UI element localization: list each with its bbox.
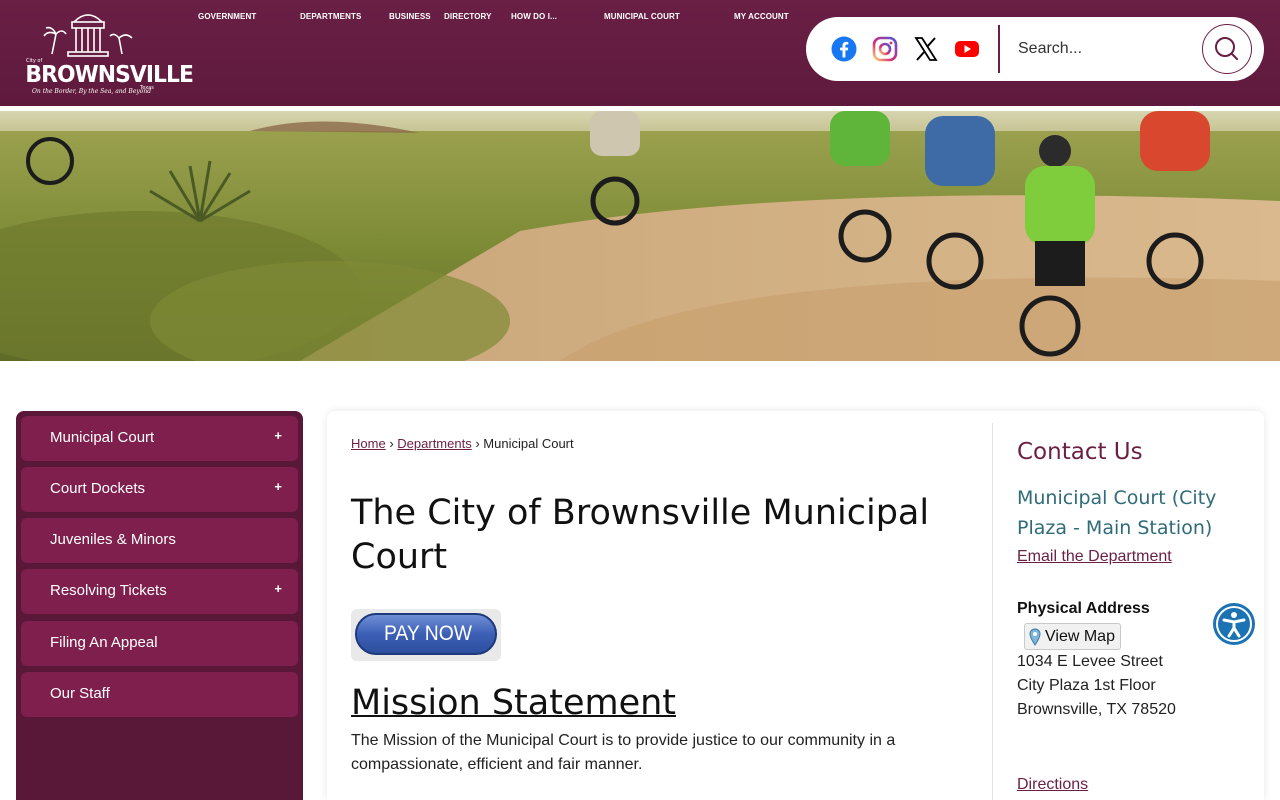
nav-my-account[interactable]: MY ACCOUNT xyxy=(734,12,789,21)
breadcrumb-separator: › xyxy=(389,436,394,451)
youtube-icon[interactable] xyxy=(954,36,980,62)
site-header: City of BROWNSVILLE Texas On the Border,… xyxy=(0,0,1280,106)
breadcrumb-departments[interactable]: Departments xyxy=(397,436,471,451)
sidebar-item-label: Resolving Tickets xyxy=(50,582,167,599)
sidebar-item-label: Juveniles & Minors xyxy=(50,531,176,548)
nav-how-do-i[interactable]: HOW DO I... xyxy=(511,12,557,21)
x-icon[interactable] xyxy=(913,36,939,62)
expand-icon[interactable]: + xyxy=(274,581,282,596)
column-divider xyxy=(992,423,993,800)
address-line-2: City Plaza 1st Floor xyxy=(1017,677,1156,694)
accessibility-icon xyxy=(1216,606,1252,642)
mission-text: The Mission of the Municipal Court is to… xyxy=(351,732,896,773)
sidebar-nav: Municipal Court + Court Dockets + Juveni… xyxy=(16,411,303,800)
city-hall-icon xyxy=(43,14,133,57)
search-icon xyxy=(1214,36,1238,60)
instagram-icon[interactable] xyxy=(872,36,898,62)
pay-now-button[interactable]: PAY NOW xyxy=(351,609,501,661)
map-pin-icon xyxy=(1029,628,1041,646)
logo-wordmark: BROWNSVILLE xyxy=(25,62,193,88)
breadcrumb: Home › Departments › Municipal Court xyxy=(351,436,574,451)
utility-divider xyxy=(998,25,1000,73)
email-department-link[interactable]: Email the Department xyxy=(1017,548,1172,566)
content-card: Home › Departments › Municipal Court The… xyxy=(327,411,1264,800)
cyclists-photo xyxy=(0,111,1280,361)
sidebar-item-juveniles-minors[interactable]: Juveniles & Minors xyxy=(21,518,298,563)
nav-municipal-court[interactable]: MUNICIPAL COURT xyxy=(604,12,680,21)
breadcrumb-home[interactable]: Home xyxy=(351,436,386,451)
logo-tagline: On the Border, By the Sea, and Beyond xyxy=(32,88,152,95)
nav-directory[interactable]: DIRECTORY xyxy=(444,12,492,21)
pay-now-label: PAY NOW xyxy=(383,622,473,645)
nav-business[interactable]: BUSINESS xyxy=(389,12,431,21)
view-map-label: View Map xyxy=(1045,628,1115,645)
sidebar-item-label: Our Staff xyxy=(50,685,110,702)
nav-departments[interactable]: DEPARTMENTS xyxy=(300,12,361,21)
sidebar-item-municipal-court[interactable]: Municipal Court + xyxy=(21,416,298,461)
brownsville-logo[interactable]: City of BROWNSVILLE Texas On the Border,… xyxy=(22,8,194,100)
breadcrumb-current: Municipal Court xyxy=(483,436,574,451)
page-title: The City of Brownsville Municipal Court xyxy=(351,493,930,577)
address-line-3: Brownsville, TX 78520 xyxy=(1017,701,1176,718)
sidebar-item-resolving-tickets[interactable]: Resolving Tickets + xyxy=(21,569,298,614)
expand-icon[interactable]: + xyxy=(274,479,282,494)
nav-government[interactable]: GOVERNMENT xyxy=(198,12,256,21)
utility-bar xyxy=(806,17,1264,81)
contact-department: Municipal Court (City Plaza - Main Stati… xyxy=(1017,487,1217,539)
sidebar-item-court-dockets[interactable]: Court Dockets + xyxy=(21,467,298,512)
sidebar-item-label: Filing An Appeal xyxy=(50,634,158,651)
search-input[interactable] xyxy=(1018,31,1198,67)
sidebar-item-our-staff[interactable]: Our Staff xyxy=(21,672,298,717)
address-line-1: 1034 E Levee Street xyxy=(1017,653,1163,670)
view-map-button[interactable]: View Map xyxy=(1024,623,1121,650)
sidebar-item-filing-an-appeal[interactable]: Filing An Appeal xyxy=(21,621,298,666)
sidebar-item-label: Municipal Court xyxy=(50,429,155,446)
directions-link[interactable]: Directions xyxy=(1017,776,1088,794)
search-button[interactable] xyxy=(1202,24,1252,74)
pay-now-graphic: PAY NOW xyxy=(355,613,497,655)
accessibility-button[interactable] xyxy=(1213,603,1255,645)
expand-icon[interactable]: + xyxy=(274,428,282,443)
facebook-icon[interactable] xyxy=(831,36,857,62)
contact-heading: Contact Us xyxy=(1017,439,1143,465)
breadcrumb-separator: › xyxy=(475,436,480,451)
hero-banner xyxy=(0,111,1280,361)
physical-address-heading: Physical Address xyxy=(1017,600,1150,617)
sidebar-item-label: Court Dockets xyxy=(50,480,146,497)
mission-heading[interactable]: Mission Statement xyxy=(351,683,676,723)
